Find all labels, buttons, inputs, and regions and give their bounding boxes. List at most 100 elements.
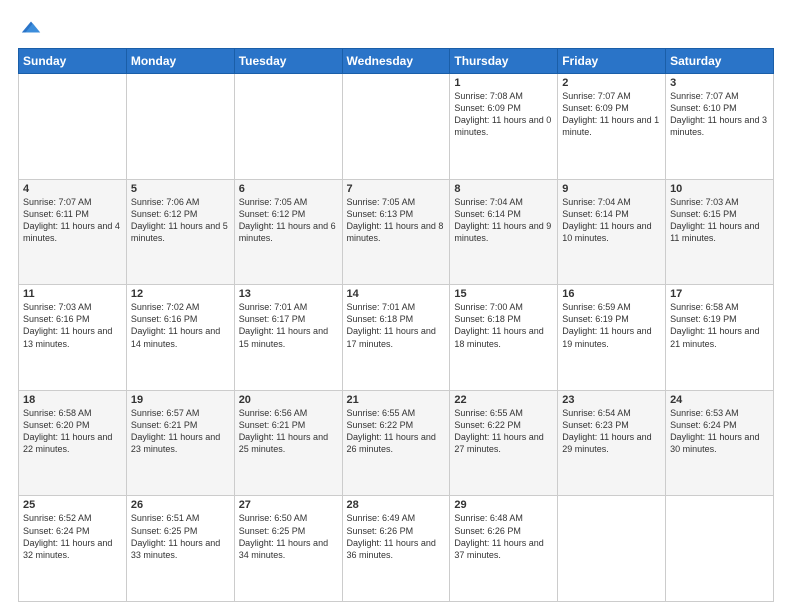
day-info: Sunrise: 6:49 AM Sunset: 6:26 PM Dayligh…: [347, 512, 446, 561]
day-number: 16: [562, 288, 661, 300]
day-info: Sunrise: 6:51 AM Sunset: 6:25 PM Dayligh…: [131, 512, 230, 561]
day-number: 21: [347, 394, 446, 406]
day-info: Sunrise: 7:03 AM Sunset: 6:16 PM Dayligh…: [23, 301, 122, 350]
day-number: 15: [454, 288, 553, 300]
day-number: 7: [347, 183, 446, 195]
calendar-cell: 10Sunrise: 7:03 AM Sunset: 6:15 PM Dayli…: [666, 179, 774, 285]
calendar-cell: 20Sunrise: 6:56 AM Sunset: 6:21 PM Dayli…: [234, 390, 342, 496]
calendar-cell: 14Sunrise: 7:01 AM Sunset: 6:18 PM Dayli…: [342, 285, 450, 391]
day-number: 29: [454, 499, 553, 511]
day-info: Sunrise: 6:59 AM Sunset: 6:19 PM Dayligh…: [562, 301, 661, 350]
calendar-cell: [666, 496, 774, 602]
day-info: Sunrise: 6:48 AM Sunset: 6:26 PM Dayligh…: [454, 512, 553, 561]
day-number: 10: [670, 183, 769, 195]
day-number: 20: [239, 394, 338, 406]
calendar-cell: [126, 74, 234, 180]
day-info: Sunrise: 6:56 AM Sunset: 6:21 PM Dayligh…: [239, 407, 338, 456]
calendar-cell: 13Sunrise: 7:01 AM Sunset: 6:17 PM Dayli…: [234, 285, 342, 391]
calendar-table: SundayMondayTuesdayWednesdayThursdayFrid…: [18, 48, 774, 602]
weekday-header-friday: Friday: [558, 49, 666, 74]
day-info: Sunrise: 7:01 AM Sunset: 6:17 PM Dayligh…: [239, 301, 338, 350]
calendar-cell: 7Sunrise: 7:05 AM Sunset: 6:13 PM Daylig…: [342, 179, 450, 285]
day-number: 13: [239, 288, 338, 300]
day-info: Sunrise: 7:08 AM Sunset: 6:09 PM Dayligh…: [454, 90, 553, 139]
day-info: Sunrise: 6:55 AM Sunset: 6:22 PM Dayligh…: [347, 407, 446, 456]
calendar-cell: 16Sunrise: 6:59 AM Sunset: 6:19 PM Dayli…: [558, 285, 666, 391]
calendar-cell: 12Sunrise: 7:02 AM Sunset: 6:16 PM Dayli…: [126, 285, 234, 391]
day-info: Sunrise: 6:50 AM Sunset: 6:25 PM Dayligh…: [239, 512, 338, 561]
day-info: Sunrise: 6:57 AM Sunset: 6:21 PM Dayligh…: [131, 407, 230, 456]
calendar-week-row: 11Sunrise: 7:03 AM Sunset: 6:16 PM Dayli…: [19, 285, 774, 391]
calendar-cell: 15Sunrise: 7:00 AM Sunset: 6:18 PM Dayli…: [450, 285, 558, 391]
day-number: 1: [454, 77, 553, 89]
day-info: Sunrise: 6:55 AM Sunset: 6:22 PM Dayligh…: [454, 407, 553, 456]
day-info: Sunrise: 6:52 AM Sunset: 6:24 PM Dayligh…: [23, 512, 122, 561]
weekday-header-wednesday: Wednesday: [342, 49, 450, 74]
day-number: 17: [670, 288, 769, 300]
day-number: 2: [562, 77, 661, 89]
weekday-header-saturday: Saturday: [666, 49, 774, 74]
day-number: 6: [239, 183, 338, 195]
day-info: Sunrise: 7:05 AM Sunset: 6:13 PM Dayligh…: [347, 196, 446, 245]
calendar-cell: 18Sunrise: 6:58 AM Sunset: 6:20 PM Dayli…: [19, 390, 127, 496]
logo: [18, 16, 42, 38]
calendar-header-row: SundayMondayTuesdayWednesdayThursdayFrid…: [19, 49, 774, 74]
day-number: 26: [131, 499, 230, 511]
day-number: 23: [562, 394, 661, 406]
day-info: Sunrise: 6:54 AM Sunset: 6:23 PM Dayligh…: [562, 407, 661, 456]
calendar-cell: 24Sunrise: 6:53 AM Sunset: 6:24 PM Dayli…: [666, 390, 774, 496]
day-info: Sunrise: 7:07 AM Sunset: 6:09 PM Dayligh…: [562, 90, 661, 139]
calendar-cell: 22Sunrise: 6:55 AM Sunset: 6:22 PM Dayli…: [450, 390, 558, 496]
calendar-week-row: 1Sunrise: 7:08 AM Sunset: 6:09 PM Daylig…: [19, 74, 774, 180]
day-info: Sunrise: 7:07 AM Sunset: 6:10 PM Dayligh…: [670, 90, 769, 139]
calendar-cell: [234, 74, 342, 180]
day-number: 14: [347, 288, 446, 300]
day-number: 5: [131, 183, 230, 195]
day-number: 18: [23, 394, 122, 406]
calendar-cell: 17Sunrise: 6:58 AM Sunset: 6:19 PM Dayli…: [666, 285, 774, 391]
day-info: Sunrise: 7:04 AM Sunset: 6:14 PM Dayligh…: [454, 196, 553, 245]
weekday-header-tuesday: Tuesday: [234, 49, 342, 74]
calendar-cell: 4Sunrise: 7:07 AM Sunset: 6:11 PM Daylig…: [19, 179, 127, 285]
calendar-cell: 26Sunrise: 6:51 AM Sunset: 6:25 PM Dayli…: [126, 496, 234, 602]
weekday-header-thursday: Thursday: [450, 49, 558, 74]
day-info: Sunrise: 7:05 AM Sunset: 6:12 PM Dayligh…: [239, 196, 338, 245]
day-number: 24: [670, 394, 769, 406]
day-number: 4: [23, 183, 122, 195]
calendar-cell: 25Sunrise: 6:52 AM Sunset: 6:24 PM Dayli…: [19, 496, 127, 602]
calendar-cell: 29Sunrise: 6:48 AM Sunset: 6:26 PM Dayli…: [450, 496, 558, 602]
calendar-week-row: 25Sunrise: 6:52 AM Sunset: 6:24 PM Dayli…: [19, 496, 774, 602]
calendar-cell: 11Sunrise: 7:03 AM Sunset: 6:16 PM Dayli…: [19, 285, 127, 391]
page: SundayMondayTuesdayWednesdayThursdayFrid…: [0, 0, 792, 612]
weekday-header-sunday: Sunday: [19, 49, 127, 74]
calendar-cell: 21Sunrise: 6:55 AM Sunset: 6:22 PM Dayli…: [342, 390, 450, 496]
calendar-cell: 19Sunrise: 6:57 AM Sunset: 6:21 PM Dayli…: [126, 390, 234, 496]
day-info: Sunrise: 7:07 AM Sunset: 6:11 PM Dayligh…: [23, 196, 122, 245]
day-number: 12: [131, 288, 230, 300]
calendar-cell: [342, 74, 450, 180]
calendar-cell: 3Sunrise: 7:07 AM Sunset: 6:10 PM Daylig…: [666, 74, 774, 180]
calendar-cell: 2Sunrise: 7:07 AM Sunset: 6:09 PM Daylig…: [558, 74, 666, 180]
day-info: Sunrise: 6:58 AM Sunset: 6:19 PM Dayligh…: [670, 301, 769, 350]
calendar-week-row: 18Sunrise: 6:58 AM Sunset: 6:20 PM Dayli…: [19, 390, 774, 496]
calendar-cell: 5Sunrise: 7:06 AM Sunset: 6:12 PM Daylig…: [126, 179, 234, 285]
calendar-cell: 28Sunrise: 6:49 AM Sunset: 6:26 PM Dayli…: [342, 496, 450, 602]
calendar-cell: [558, 496, 666, 602]
calendar-cell: 27Sunrise: 6:50 AM Sunset: 6:25 PM Dayli…: [234, 496, 342, 602]
day-info: Sunrise: 7:01 AM Sunset: 6:18 PM Dayligh…: [347, 301, 446, 350]
day-number: 9: [562, 183, 661, 195]
calendar-cell: 1Sunrise: 7:08 AM Sunset: 6:09 PM Daylig…: [450, 74, 558, 180]
day-info: Sunrise: 7:04 AM Sunset: 6:14 PM Dayligh…: [562, 196, 661, 245]
weekday-header-monday: Monday: [126, 49, 234, 74]
day-number: 27: [239, 499, 338, 511]
day-info: Sunrise: 6:58 AM Sunset: 6:20 PM Dayligh…: [23, 407, 122, 456]
logo-icon: [20, 16, 42, 38]
day-number: 28: [347, 499, 446, 511]
day-info: Sunrise: 7:03 AM Sunset: 6:15 PM Dayligh…: [670, 196, 769, 245]
calendar-week-row: 4Sunrise: 7:07 AM Sunset: 6:11 PM Daylig…: [19, 179, 774, 285]
day-info: Sunrise: 7:00 AM Sunset: 6:18 PM Dayligh…: [454, 301, 553, 350]
top-section: [18, 16, 774, 38]
day-info: Sunrise: 6:53 AM Sunset: 6:24 PM Dayligh…: [670, 407, 769, 456]
day-number: 11: [23, 288, 122, 300]
calendar-cell: 6Sunrise: 7:05 AM Sunset: 6:12 PM Daylig…: [234, 179, 342, 285]
